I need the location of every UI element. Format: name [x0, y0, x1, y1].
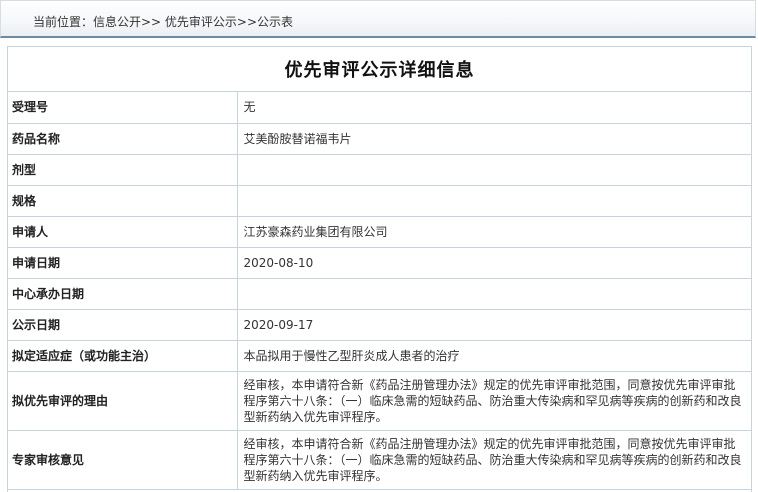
row-value: 经审核，本申请符合新《药品注册管理办法》规定的优先审评审批范围，同意按优先审评审…: [237, 371, 751, 431]
row-indication: 拟定适应症（或功能主治） 本品拟用于慢性乙型肝炎成人患者的治疗: [8, 340, 751, 372]
row-expert-opinion: 专家审核意见 经审核，本申请符合新《药品注册管理办法》规定的优先审评审批范围，同…: [8, 430, 751, 490]
breadcrumb: 当前位置：信息公开>> 优先审评公示>>公示表: [33, 15, 294, 29]
row-label: 申请人: [8, 216, 238, 248]
row-label: 中心承办日期: [8, 278, 238, 310]
detail-panel: 优先审评公示详细信息 受理号 无 药品名称 艾美酚胺替诺福韦片 剂型 规格 申请…: [7, 46, 752, 492]
row-label: 拟定适应症（或功能主治）: [8, 340, 238, 372]
row-label: 申请日期: [8, 247, 238, 279]
row-dosage-form: 剂型: [8, 154, 751, 186]
row-value: [237, 185, 751, 217]
row-value: [237, 154, 751, 186]
row-value: 经审核，本申请符合新《药品注册管理办法》规定的优先审评审批范围，同意按优先审评审…: [237, 430, 751, 490]
row-applicant: 申请人 江苏豪森药业集团有限公司: [8, 216, 751, 248]
row-value: [237, 278, 751, 310]
row-publication-date: 公示日期 2020-09-17: [8, 309, 751, 341]
row-label: 规格: [8, 185, 238, 217]
page-title: 优先审评公示详细信息: [284, 60, 475, 81]
row-drug-name: 药品名称 艾美酚胺替诺福韦片: [8, 123, 751, 155]
row-label: 专家审核意见: [8, 430, 238, 490]
row-label: 拟优先审评的理由: [8, 371, 238, 431]
row-value: 无: [237, 92, 751, 124]
row-label: 药品名称: [8, 123, 238, 155]
row-center-handling-date: 中心承办日期: [8, 278, 751, 310]
title-row: 优先审评公示详细信息: [8, 47, 751, 92]
row-value: 本品拟用于慢性乙型肝炎成人患者的治疗: [237, 340, 751, 372]
breadcrumb-bar: 当前位置：信息公开>> 优先审评公示>>公示表: [0, 0, 756, 38]
row-acceptance-number: 受理号 无: [8, 92, 751, 124]
row-value: 江苏豪森药业集团有限公司: [237, 216, 751, 248]
row-application-date: 申请日期 2020-08-10: [8, 247, 751, 279]
row-priority-reason: 拟优先审评的理由 经审核，本申请符合新《药品注册管理办法》规定的优先审评审批范围…: [8, 371, 751, 431]
row-specification: 规格: [8, 185, 751, 217]
row-label: 受理号: [8, 92, 238, 124]
row-value: 2020-08-10: [237, 247, 751, 279]
row-value: 2020-09-17: [237, 309, 751, 341]
row-label: 剂型: [8, 154, 238, 186]
row-value: 艾美酚胺替诺福韦片: [237, 123, 751, 155]
row-label: 公示日期: [8, 309, 238, 341]
detail-table: 受理号 无 药品名称 艾美酚胺替诺福韦片 剂型 规格 申请人 江苏豪森药业集团有…: [8, 92, 751, 490]
